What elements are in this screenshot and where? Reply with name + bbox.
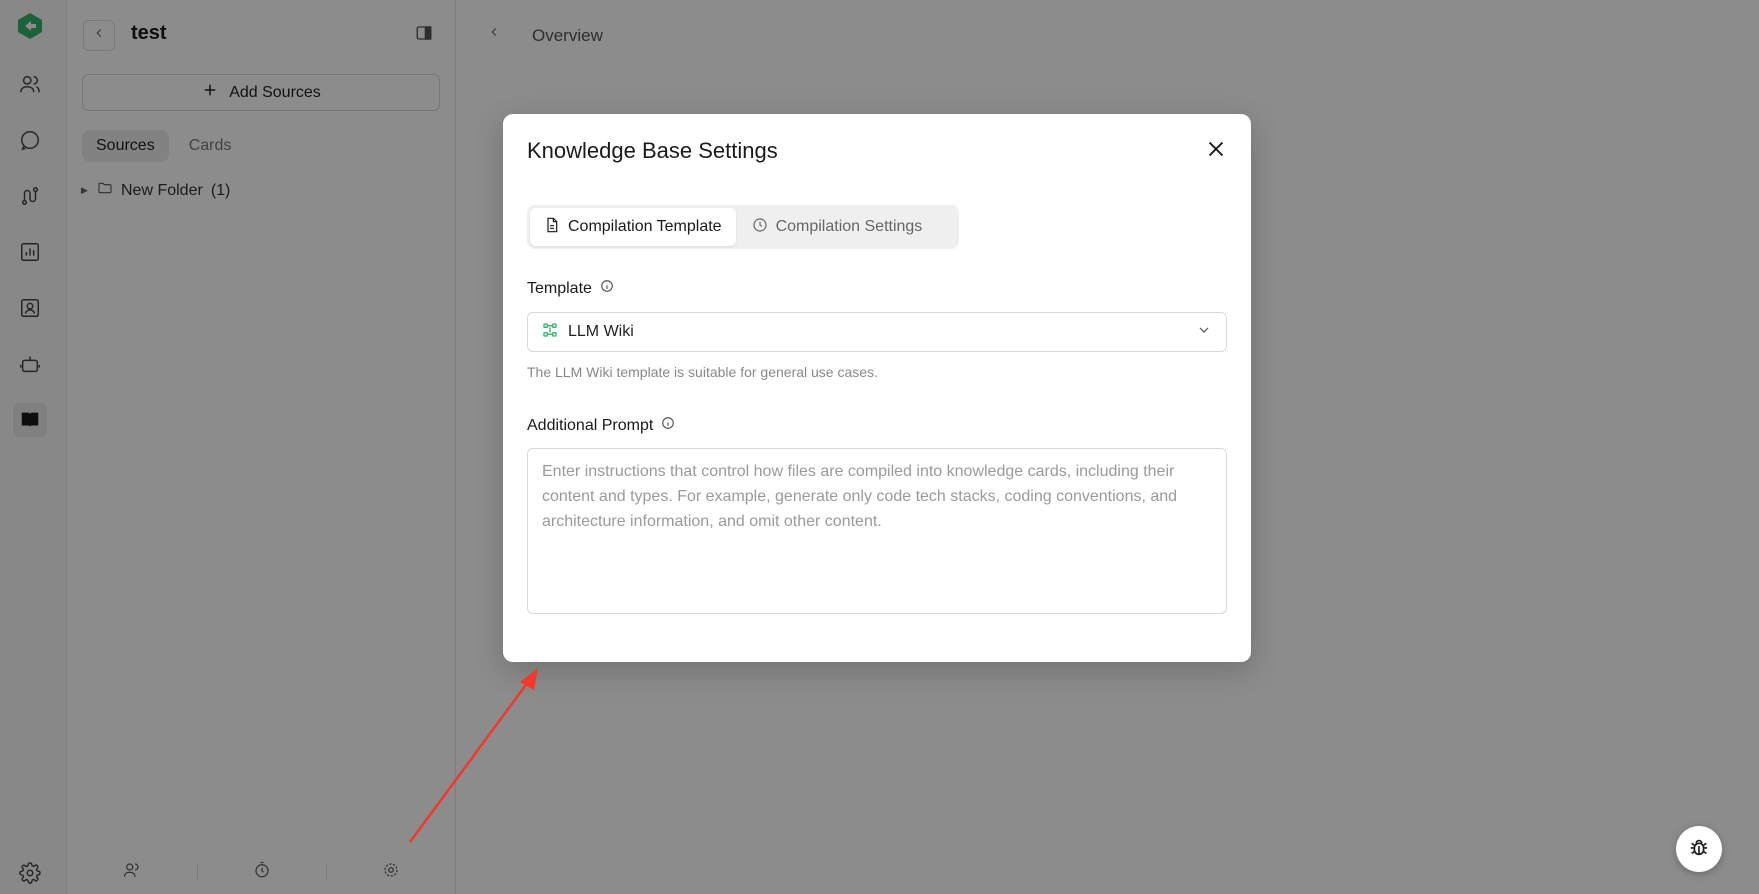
modal-title: Knowledge Base Settings [527, 138, 778, 163]
document-icon [544, 217, 560, 238]
close-button[interactable] [1203, 138, 1229, 164]
prompt-label-row: Additional Prompt [527, 416, 675, 435]
template-value: LLM Wiki [568, 323, 634, 340]
info-icon[interactable] [600, 279, 614, 298]
template-hint: The LLM Wiki template is suitable for ge… [527, 364, 878, 380]
bug-icon [1688, 836, 1710, 863]
clock-settings-icon [752, 217, 768, 238]
additional-prompt-input[interactable] [527, 448, 1227, 614]
chevron-down-icon [1196, 322, 1212, 343]
wiki-nodes-icon [542, 322, 558, 343]
knowledge-base-settings-modal: Knowledge Base Settings Compilation Temp… [503, 114, 1251, 662]
template-label: Template [527, 279, 592, 297]
debug-button[interactable] [1676, 826, 1722, 872]
template-select[interactable]: LLM Wiki [527, 312, 1227, 352]
tab-compilation-settings[interactable]: Compilation Settings [738, 208, 937, 246]
settings-tabs: Compilation Template Compilation Setting… [527, 205, 959, 249]
tab-compilation-settings-label: Compilation Settings [775, 218, 923, 235]
close-icon [1205, 138, 1227, 165]
template-label-row: Template [527, 279, 614, 298]
tab-compilation-template[interactable]: Compilation Template [530, 208, 736, 246]
prompt-label: Additional Prompt [527, 416, 654, 434]
tab-compilation-template-label: Compilation Template [568, 218, 722, 235]
info-icon[interactable] [661, 416, 675, 435]
